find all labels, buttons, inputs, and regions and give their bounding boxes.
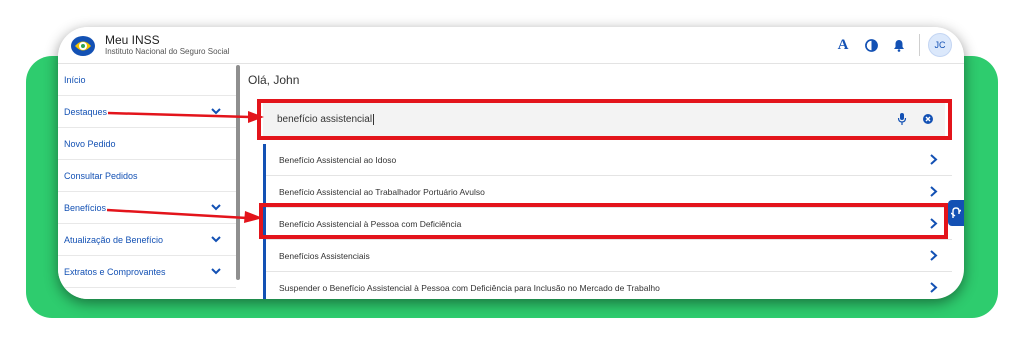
sidebar-item-label: Destaques xyxy=(64,106,108,117)
sidebar-menu: Início Destaques Novo Pedido Consultar P… xyxy=(58,64,236,299)
app-header: Meu INSS Instituto Nacional do Seguro So… xyxy=(58,27,964,64)
search-result-label: Suspender o Benefício Assistencial à Pes… xyxy=(279,282,660,293)
arrow-to-search-annotation xyxy=(108,111,264,123)
accessibility-icon[interactable] xyxy=(948,200,964,226)
font-size-icon[interactable]: A xyxy=(831,33,855,57)
arrow-to-result-annotation xyxy=(107,208,263,223)
contrast-icon[interactable] xyxy=(859,33,883,57)
sidebar-scrollbar[interactable] xyxy=(236,65,240,280)
greeting: Olá, John xyxy=(248,73,300,87)
app-window: Meu INSS Instituto Nacional do Seguro So… xyxy=(58,27,964,299)
search-result-label: Benefício Assistencial ao Trabalhador Po… xyxy=(279,186,485,197)
sidebar-item-label: Consultar Pedidos xyxy=(64,170,138,181)
chevron-right-icon xyxy=(930,186,938,197)
search-result-item[interactable]: Benefício Assistencial ao Idoso xyxy=(266,144,952,176)
sidebar-item-inicio[interactable]: Início xyxy=(58,64,236,96)
sidebar-item-label: Benefícios xyxy=(64,202,107,213)
sidebar-item-consultar-pedidos[interactable]: Consultar Pedidos xyxy=(58,160,236,192)
header-actions: A JC xyxy=(827,33,952,57)
search-result-label: Benefícios Assistenciais xyxy=(279,250,370,261)
sidebar-item-label: Atualização de Benefício xyxy=(64,234,164,245)
sidebar-item-atualizacao-beneficio[interactable]: Atualização de Benefício xyxy=(58,224,236,256)
sidebar-item-label: Início xyxy=(64,74,86,85)
chevron-right-icon xyxy=(930,250,938,261)
sidebar-item-label: Novo Pedido xyxy=(64,138,116,149)
chevron-right-icon xyxy=(930,282,938,293)
chevron-right-icon xyxy=(930,154,938,165)
sidebar-item-novo-pedido[interactable]: Novo Pedido xyxy=(58,128,236,160)
avatar[interactable]: JC xyxy=(928,33,952,57)
search-highlight-box xyxy=(257,99,952,140)
inss-logo-icon xyxy=(71,36,95,56)
sidebar-item-label: Extratos e Comprovantes xyxy=(64,266,166,277)
search-result-item[interactable]: Benefícios Assistenciais xyxy=(266,240,952,272)
app-title: Meu INSS xyxy=(105,33,160,47)
search-result-item[interactable]: Suspender o Benefício Assistencial à Pes… xyxy=(266,272,952,299)
search-result-label: Benefício Assistencial ao Idoso xyxy=(279,154,397,165)
sidebar-item-extratos-comprovantes[interactable]: Extratos e Comprovantes xyxy=(58,256,236,288)
result-highlight-box xyxy=(259,203,948,239)
chevron-down-icon xyxy=(211,268,221,275)
bell-icon[interactable] xyxy=(887,33,911,57)
chevron-down-icon xyxy=(211,236,221,243)
header-divider xyxy=(919,34,920,56)
app-subtitle: Instituto Nacional do Seguro Social xyxy=(105,47,230,56)
